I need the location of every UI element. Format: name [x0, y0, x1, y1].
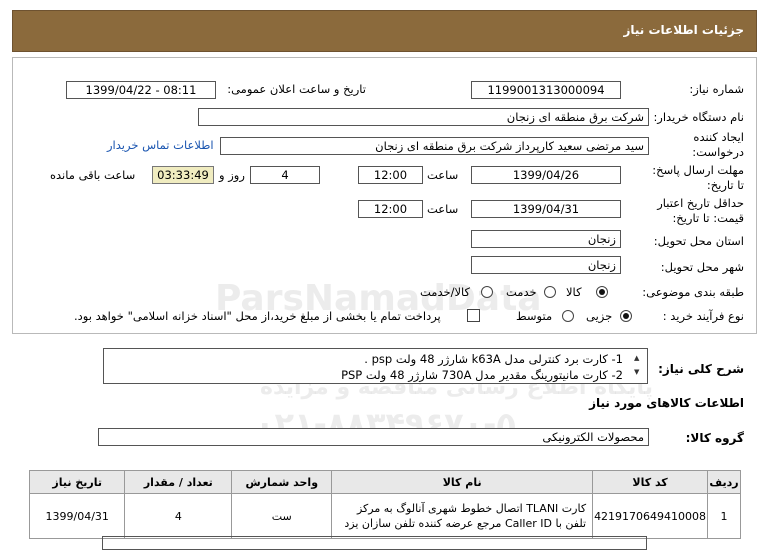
category-option-goods: کالا	[566, 285, 582, 299]
validity-label-1: حداقل تاریخ اعتبار	[657, 196, 744, 210]
remaining-timer: 03:33:49	[152, 166, 214, 184]
cell-unit: ست	[231, 493, 333, 539]
col-row: ردیف	[707, 470, 741, 494]
col-unit: واحد شمارش	[231, 470, 333, 494]
col-date: تاریخ نیاز	[28, 470, 126, 494]
cell-qty: 4	[124, 493, 233, 539]
description-line-1: 1- کارت برد کنترلی مدل k63A شارژر 48 ولت…	[364, 352, 623, 366]
need-number-label: شماره نیاز:	[689, 82, 744, 96]
buyer-label: نام دستگاه خریدار:	[653, 110, 744, 124]
description-box[interactable]: ▲ ▼ 1- کارت برد کنترلی مدل k63A شارژر 48 …	[103, 348, 648, 384]
creator-field: سید مرتضی سعید کارپرداز شرکت برق منطقه ا…	[220, 137, 649, 155]
deadline-date-field: 1399/04/26	[471, 166, 621, 184]
cell-code: 4219170649410008	[592, 493, 709, 539]
validity-date-field: 1399/04/31	[471, 200, 621, 218]
description-line-2: 2- کارت مانیتورینگ مقدیر مدل 730A شارژر …	[341, 368, 623, 382]
category-radio-goods-service[interactable]	[481, 286, 493, 298]
goods-group-field: محصولات الکترونیکی	[98, 428, 649, 446]
col-qty: تعداد / مقدار	[124, 470, 233, 494]
goods-section-title: اطلاعات کالاهای مورد نیاز	[589, 396, 744, 410]
announce-label: تاریخ و ساعت اعلان عمومی:	[227, 82, 366, 96]
description-label: شرح کلی نیاز:	[658, 362, 744, 376]
cell-name: کارت TLANI اتصال خطوط شهری آنالوگ به مرک…	[331, 493, 594, 539]
need-number-field: 1199001313000094	[471, 81, 621, 99]
days-field: 4	[250, 166, 320, 184]
treasury-checkbox[interactable]	[467, 309, 480, 322]
table-header-row: ردیف کد کالا نام کالا واحد شمارش تعداد /…	[28, 470, 741, 494]
deadline-label-1: مهلت ارسال پاسخ:	[652, 163, 744, 177]
creator-label-2: درخواست:	[692, 145, 744, 159]
category-option-goods-service: کالا/خدمت	[420, 285, 471, 299]
province-field: زنجان	[471, 230, 621, 248]
header-bar: جزئیات اطلاعات نیاز	[12, 10, 757, 52]
category-radio-goods[interactable]	[596, 286, 608, 298]
buyer-field: شرکت برق منطقه ای زنجان	[198, 108, 649, 126]
cell-date: 1399/04/31	[28, 493, 126, 539]
category-label: طبقه بندی موضوعی:	[642, 285, 744, 299]
validity-time-label: ساعت	[427, 202, 459, 216]
page-title: جزئیات اطلاعات نیاز	[623, 23, 744, 37]
category-option-service: خدمت	[506, 285, 537, 299]
col-name: نام کالا	[331, 470, 594, 494]
deadline-label-2: تا تاریخ:	[706, 178, 744, 192]
category-radio-service[interactable]	[544, 286, 556, 298]
announce-field: 1399/04/22 - 08:11	[66, 81, 216, 99]
deadline-time-label: ساعت	[427, 168, 459, 182]
city-label: شهر محل تحویل:	[660, 260, 744, 274]
process-radio-medium[interactable]	[562, 310, 574, 322]
validity-label-2: قیمت: تا تاریخ:	[672, 211, 744, 225]
process-option-medium: متوسط	[516, 309, 553, 323]
validity-time-field: 12:00	[358, 200, 423, 218]
city-field: زنجان	[471, 256, 621, 274]
remaining-label: ساعت باقی مانده	[50, 168, 136, 182]
province-label: استان محل تحویل:	[653, 234, 744, 248]
payment-note: پرداخت تمام یا بخشی از مبلغ خرید،از محل …	[74, 309, 441, 323]
scroll-arrows-icon[interactable]: ▲ ▼	[634, 351, 644, 379]
goods-table: ردیف کد کالا نام کالا واحد شمارش تعداد /…	[28, 470, 741, 539]
creator-label-1: ایجاد کننده	[693, 130, 744, 144]
days-label: روز و	[219, 168, 245, 182]
process-option-minor: جزیی	[586, 309, 613, 323]
bottom-notes-box	[102, 536, 647, 550]
cell-row: 1	[707, 493, 741, 539]
table-row: 1 4219170649410008 کارت TLANI اتصال خطوط…	[28, 493, 741, 539]
process-label: نوع فرآیند خرید :	[662, 309, 744, 323]
process-radio-minor[interactable]	[620, 310, 632, 322]
col-code: کد کالا	[592, 470, 709, 494]
deadline-time-field: 12:00	[358, 166, 423, 184]
goods-group-label: گروه کالا:	[685, 431, 744, 445]
buyer-contact-link[interactable]: اطلاعات تماس خریدار	[107, 138, 214, 152]
